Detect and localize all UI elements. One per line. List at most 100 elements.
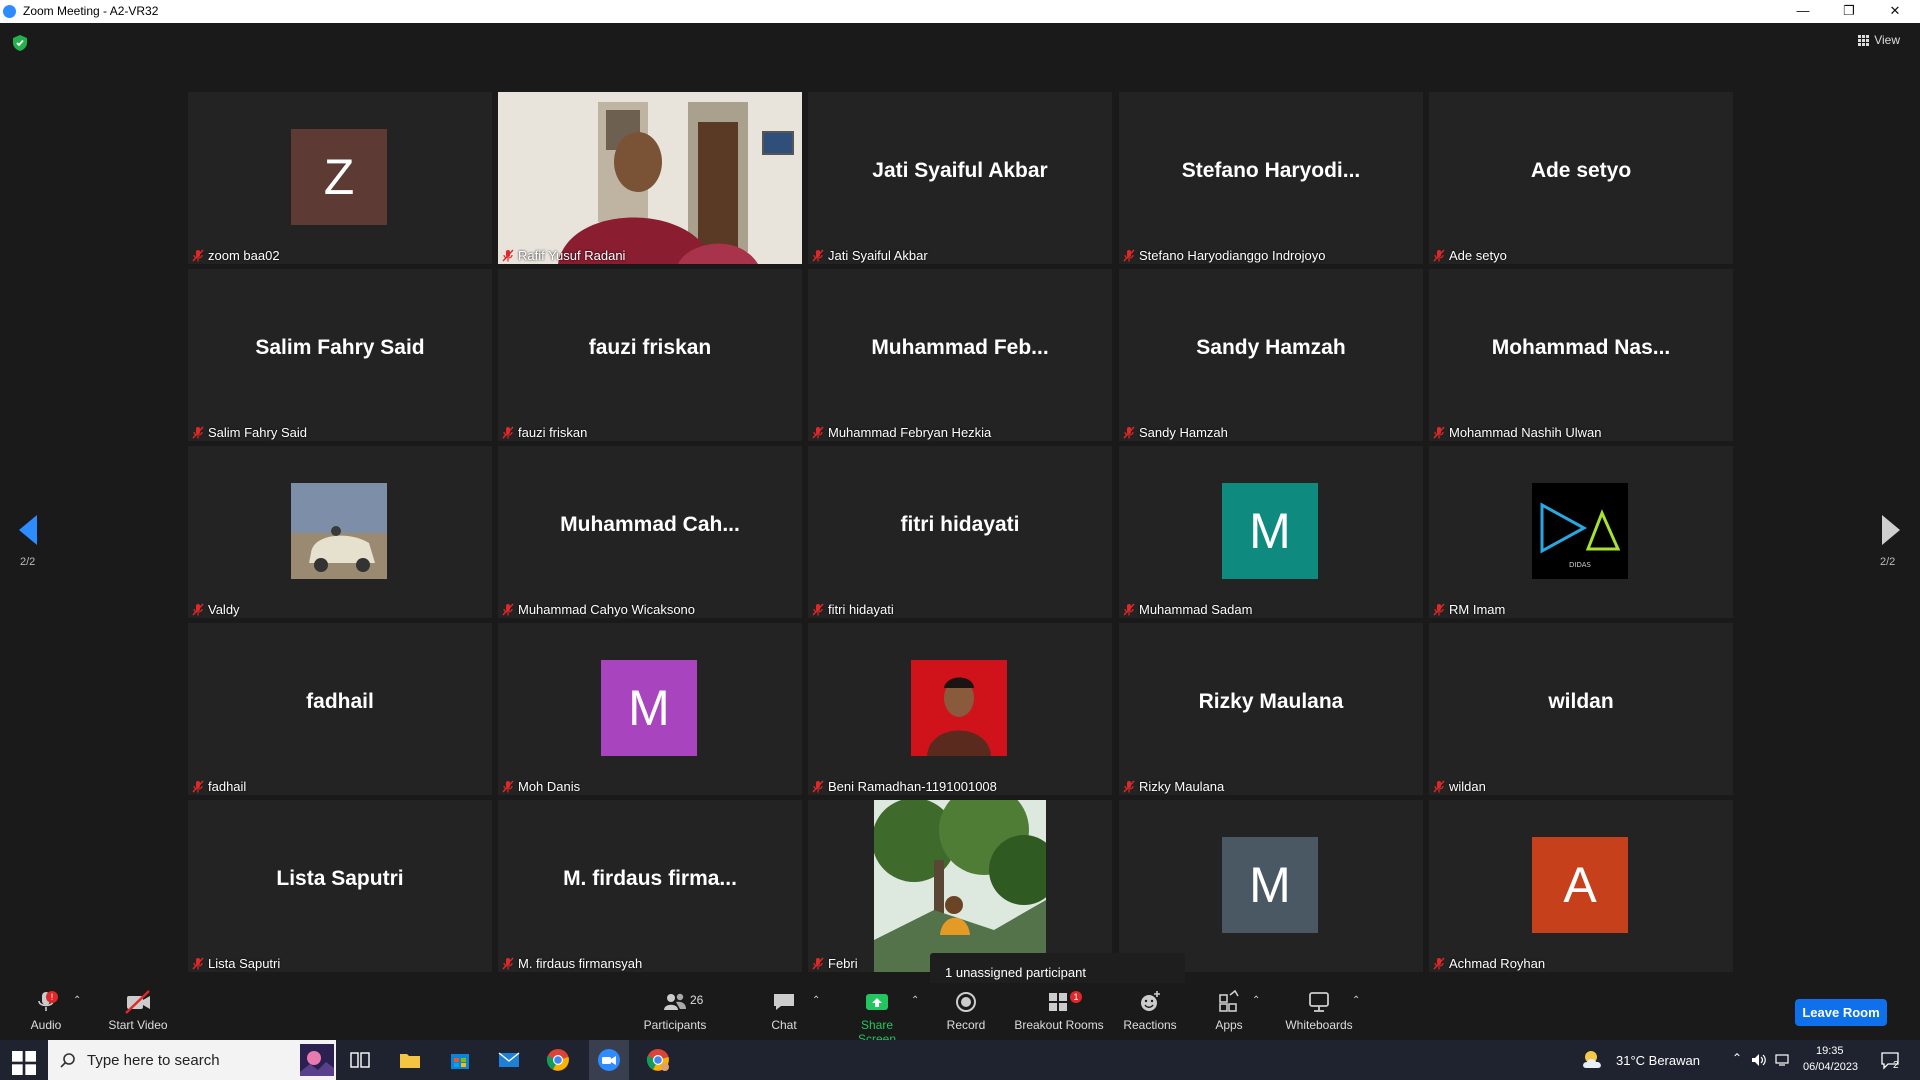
participant-display-name: fadhail [306, 690, 374, 713]
leave-room-button[interactable]: Leave Room [1795, 999, 1887, 1026]
meeting-area: View 2/2 2/2 Zzoom baa02 Rafif Yusuf Rada… [0, 23, 1920, 993]
participant-tile[interactable]: fauzi friskan fauzi friskan [498, 269, 802, 441]
participant-name: Mohammad Nashih Ulwan [1449, 425, 1602, 440]
participant-tile[interactable]: M Muhammad Sadam [1119, 446, 1423, 618]
share-options-caret-icon[interactable]: ⌃ [911, 995, 919, 1006]
weather-text[interactable]: 31°C Berawan [1616, 1053, 1700, 1068]
next-page-arrow-icon[interactable] [1882, 515, 1900, 545]
chrome-icon[interactable] [546, 1048, 570, 1072]
participants-icon [664, 993, 686, 1010]
chat-icon [774, 994, 794, 1010]
close-button[interactable]: ✕ [1872, 0, 1918, 23]
whiteboards-options-caret-icon[interactable]: ⌃ [1352, 995, 1360, 1006]
chrome-profile-icon[interactable] [646, 1048, 670, 1072]
participant-tile[interactable]: Stefano Haryodi... Stefano Haryodianggo I… [1119, 92, 1423, 264]
participant-tile[interactable]: Beni Ramadhan-1191001008 [808, 623, 1112, 795]
weather-cloudy-icon[interactable] [1580, 1048, 1608, 1072]
encryption-shield-icon[interactable] [13, 35, 27, 51]
speaker-icon[interactable] [1751, 1053, 1767, 1067]
participant-tile[interactable]: Rizky Maulana Rizky Maulana [1119, 623, 1423, 795]
muted-microphone-icon [502, 603, 514, 616]
zoom-icon [598, 1049, 620, 1071]
participant-name-label: fadhail [192, 779, 246, 794]
share-screen-icon [866, 994, 888, 1010]
participant-display-name: Mohammad Nas... [1491, 336, 1671, 359]
breakout-rooms-button[interactable]: Breakout Rooms [1014, 989, 1104, 1032]
muted-microphone-icon [502, 957, 514, 970]
muted-microphone-icon [812, 780, 824, 793]
participant-tile[interactable]: fadhail fadhail [188, 623, 492, 795]
participant-name: zoom baa02 [208, 248, 280, 263]
reactions-button[interactable]: Reactions [1123, 989, 1177, 1032]
zoom-taskbar-button[interactable] [589, 1040, 629, 1080]
participant-tile[interactable]: Sandy Hamzah Sandy Hamzah [1119, 269, 1423, 441]
apps-options-caret-icon[interactable]: ⌃ [1252, 995, 1260, 1006]
file-explorer-icon[interactable] [398, 1048, 422, 1072]
participant-name-label: Jati Syaiful Akbar [812, 248, 928, 263]
whiteboard-icon [1309, 992, 1329, 1012]
muted-microphone-icon [812, 957, 824, 970]
mail-icon[interactable] [497, 1048, 521, 1072]
participant-name-label: fitri hidayati [812, 602, 894, 617]
share-screen-button[interactable]: Share Screen [842, 989, 912, 1046]
start-video-button[interactable]: Start Video [107, 989, 169, 1032]
participant-tile[interactable]: Mohammad Nas... Mohammad Nashih Ulwan [1429, 269, 1733, 441]
participant-name: Muhammad Sadam [1139, 602, 1253, 617]
participant-name: Ade setyo [1449, 248, 1507, 263]
clock-time[interactable]: 19:35 [1816, 1045, 1844, 1057]
chat-options-caret-icon[interactable]: ⌃ [812, 995, 820, 1006]
video-off-icon [125, 990, 150, 1014]
participant-tile[interactable]: Valdy [188, 446, 492, 618]
audio-label: Audio [30, 1018, 62, 1032]
participant-tile[interactable]: Lista Saputri Lista Saputri [188, 800, 492, 972]
view-button[interactable]: View [1858, 33, 1900, 47]
participant-name-label: Febri [812, 956, 858, 971]
previous-page-arrow-icon[interactable] [19, 515, 37, 545]
participant-display-name: Rizky Maulana [1198, 690, 1344, 713]
participant-tile[interactable]: wildan wildan [1429, 623, 1733, 795]
participant-name-label: fauzi friskan [502, 425, 587, 440]
participant-tile[interactable]: Muhammad Cah... Muhammad Cahyo Wicaksono [498, 446, 802, 618]
start-video-label: Start Video [108, 1018, 168, 1032]
participant-tile[interactable]: MSinaga [1119, 800, 1423, 972]
participant-name-label: Muhammad Cahyo Wicaksono [502, 602, 695, 617]
audio-options-caret-icon[interactable]: ⌃ [73, 995, 81, 1006]
participant-tile[interactable]: Zzoom baa02 [188, 92, 492, 264]
participant-tile[interactable]: M. firdaus firma... M. firdaus firmansyah [498, 800, 802, 972]
participant-tile[interactable]: Muhammad Feb... Muhammad Febryan Hezkia [808, 269, 1112, 441]
participant-tile[interactable]: Rafif Yusuf Radani [498, 92, 802, 264]
logo-text: DIDAS [1569, 561, 1592, 569]
chat-button[interactable]: Chat [770, 989, 798, 1032]
participant-tile[interactable]: DIDAS RM Imam [1429, 446, 1733, 618]
record-button[interactable]: Record [946, 989, 986, 1032]
muted-microphone-icon [812, 426, 824, 439]
page-indicator-left: 2/2 [20, 556, 36, 568]
taskbar-search-box[interactable]: Type here to search [48, 1040, 336, 1080]
whiteboards-button[interactable]: Whiteboards [1283, 989, 1355, 1032]
clock-date[interactable]: 06/04/2023 [1803, 1061, 1858, 1073]
participant-tile[interactable]: fitri hidayati fitri hidayati [808, 446, 1112, 618]
participant-tile[interactable]: Jati Syaiful Akbar Jati Syaiful Akbar [808, 92, 1112, 264]
participant-display-name: Lista Saputri [276, 867, 404, 890]
minimize-button[interactable]: — [1780, 0, 1826, 23]
microsoft-store-icon[interactable] [448, 1048, 472, 1072]
participant-tile[interactable]: Febri [808, 800, 1112, 972]
participant-name-label: Stefano Haryodianggo Indrojoyo [1123, 248, 1325, 263]
muted-microphone-icon [192, 426, 204, 439]
participant-display-name: fauzi friskan [588, 336, 712, 359]
participant-tile[interactable]: Ade setyo Ade setyo [1429, 92, 1733, 264]
task-view-icon[interactable] [348, 1048, 372, 1072]
restore-button[interactable]: ❐ [1826, 0, 1872, 23]
participant-tile[interactable]: M Moh Danis [498, 623, 802, 795]
network-icon[interactable] [1775, 1053, 1791, 1067]
show-hidden-icons-chevron-icon[interactable]: ⌃ [1732, 1051, 1742, 1065]
muted-microphone-icon [1123, 249, 1135, 262]
participant-name-label: Mohammad Nashih Ulwan [1433, 425, 1601, 440]
participant-tile[interactable]: Salim Fahry Said Salim Fahry Said [188, 269, 492, 441]
apps-button[interactable]: Apps [1214, 989, 1244, 1032]
meeting-toolbar: Audio ! ⌃ Start Video Participants 26 Ch… [0, 983, 1920, 1046]
participant-video [498, 92, 802, 264]
participant-display-name: Sandy Hamzah [1196, 336, 1346, 359]
windows-start-icon[interactable] [12, 1051, 36, 1075]
participant-tile[interactable]: A Achmad Royhan [1429, 800, 1733, 972]
